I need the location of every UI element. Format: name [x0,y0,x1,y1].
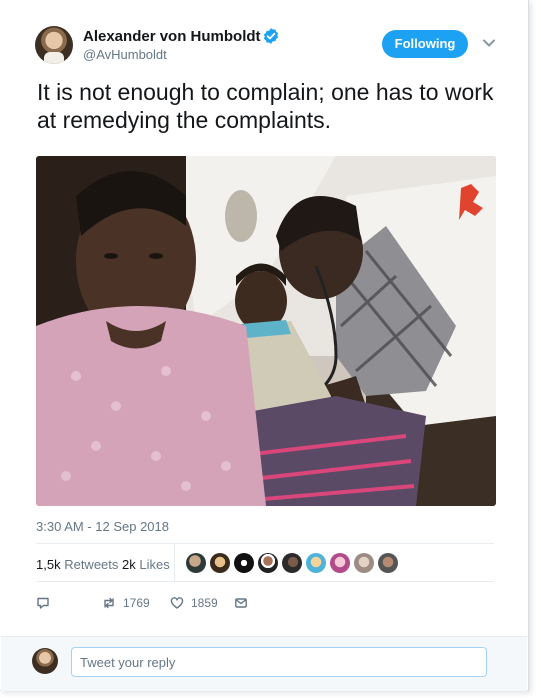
photo-illustration [36,156,496,506]
divider [36,543,494,544]
heart-icon [170,597,184,609]
retweet-count: 1769 [123,596,150,610]
stats-separator [174,543,175,581]
likes-label: Likes [139,557,170,572]
engagement-stats: 1,5k Retweets 2k Likes [36,553,170,577]
author-display-name[interactable]: Alexander von Humboldt [83,28,261,45]
liker-avatar[interactable] [306,553,326,573]
liker-avatar[interactable] [354,553,374,573]
retweets-count: 1,5k [36,557,61,572]
liker-avatar[interactable] [378,553,398,573]
like-button[interactable]: 1859 [170,594,218,612]
author-handle[interactable]: @AvHumboldt [83,47,167,62]
retweet-button[interactable]: 1769 [102,594,150,612]
current-user-avatar [32,648,58,674]
following-button[interactable]: Following [382,30,468,58]
reply-button[interactable] [36,594,50,612]
tweet-card: Alexander von Humboldt @AvHumboldt Follo… [0,0,529,691]
tweet-header: Alexander von Humboldt @AvHumboldt Follo… [35,26,500,70]
envelope-icon [235,598,247,608]
verified-badge-icon [263,28,279,44]
liker-avatar[interactable] [234,553,254,573]
reply-composer [1,636,527,691]
reply-icon [37,597,49,609]
liker-avatar[interactable] [210,553,230,573]
tweet-text: It is not enough to complain; one has to… [37,79,494,133]
divider [36,581,494,582]
retweet-icon [104,597,114,609]
liker-avatar[interactable] [282,553,302,573]
tweet-photo[interactable] [36,156,496,506]
reply-input[interactable] [71,647,487,677]
tweet-timestamp[interactable]: 3:30 AM - 12 Sep 2018 [36,519,169,534]
likes-stat[interactable]: 2k Likes [122,553,170,577]
like-count: 1859 [191,596,218,610]
liker-avatar[interactable] [186,553,206,573]
chevron-down-icon[interactable] [480,34,498,52]
likes-count: 2k [122,557,136,572]
direct-message-button[interactable] [234,594,248,612]
retweets-stat[interactable]: 1,5k Retweets [36,553,118,577]
liker-avatar[interactable] [258,553,278,573]
retweets-label: Retweets [64,557,119,572]
liker-avatar[interactable] [330,553,350,573]
author-avatar[interactable] [35,26,73,64]
